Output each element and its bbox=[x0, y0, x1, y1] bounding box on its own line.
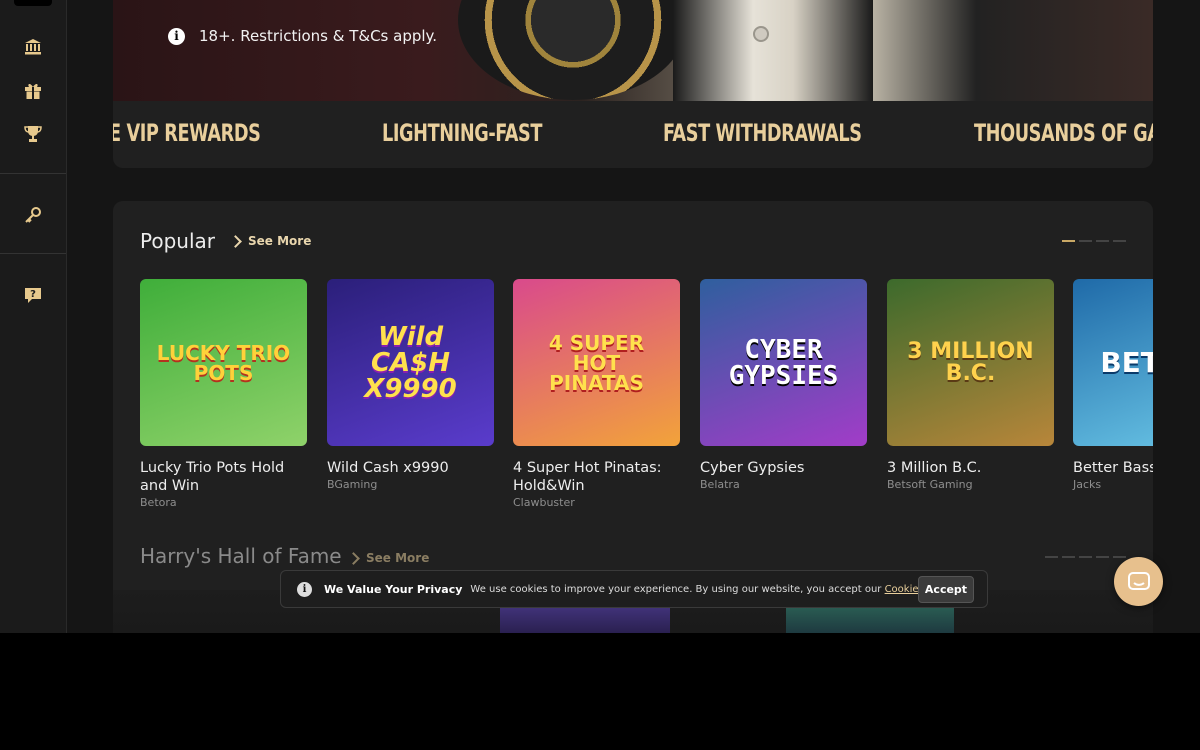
pager-dot[interactable] bbox=[1079, 556, 1092, 558]
age-restriction-notice: i 18+. Restrictions & T&Cs apply. bbox=[168, 27, 437, 45]
game-provider: Betsoft Gaming bbox=[887, 478, 973, 491]
game-logo: 4 SUPER HOT PINATAS bbox=[548, 330, 645, 395]
cookie-text: We use cookies to improve your experienc… bbox=[470, 584, 952, 595]
pager-dot[interactable] bbox=[1113, 556, 1126, 558]
game-logo: Wild CA$H X9990 bbox=[364, 321, 457, 404]
pager-dot[interactable] bbox=[1096, 556, 1109, 558]
ticker-item: E VIP REWARDS bbox=[113, 119, 261, 147]
game-title[interactable]: Wild Cash x9990 bbox=[327, 459, 494, 477]
game-card[interactable]: 3 MILLION B.C. 3 Million B.C. Betsoft Gami… bbox=[887, 279, 1054, 491]
shirt-button-image bbox=[753, 26, 769, 42]
game-title[interactable]: Cyber Gypsies bbox=[700, 459, 867, 477]
section-title: Popular bbox=[140, 229, 215, 253]
sidebar-top-tab[interactable] bbox=[14, 0, 52, 6]
ticker-item: THOUSANDS OF GAMES bbox=[974, 119, 1153, 147]
hall-of-fame-title: Harry's Hall of Fame bbox=[140, 544, 342, 568]
host-figure-image bbox=[673, 0, 873, 101]
game-card[interactable]: 4 SUPER HOT PINATAS 4 Super Hot Pinatas: … bbox=[513, 279, 680, 509]
game-thumbnail[interactable]: LUCKY TRIO POTS bbox=[140, 279, 307, 446]
game-thumbnail[interactable]: BET BA bbox=[1073, 279, 1153, 446]
chat-icon bbox=[1127, 571, 1150, 590]
game-logo: BET BA bbox=[1100, 345, 1153, 379]
sidebar-divider bbox=[0, 253, 66, 254]
chevron-right-icon bbox=[347, 551, 360, 565]
hero-banner[interactable] bbox=[113, 0, 1153, 101]
game-thumbnail[interactable]: 3 MILLION B.C. bbox=[887, 279, 1054, 446]
game-logo: 3 MILLION B.C. bbox=[907, 338, 1034, 386]
trophy-icon[interactable] bbox=[21, 122, 45, 146]
cookie-title: We Value Your Privacy bbox=[324, 582, 463, 596]
see-more-label: See More bbox=[248, 234, 312, 248]
game-card[interactable]: Wild CA$H X9990 Wild Cash x9990 BGaming bbox=[327, 279, 494, 491]
sidebar: ? bbox=[0, 0, 67, 633]
hall-of-fame-see-more[interactable]: See More bbox=[347, 551, 430, 565]
game-provider: BGaming bbox=[327, 478, 378, 491]
game-provider: Betora bbox=[140, 496, 177, 509]
pager-dot[interactable] bbox=[1079, 240, 1092, 242]
game-logo: CYBER GYPSIES bbox=[728, 334, 839, 391]
game-thumbnail[interactable]: CYBER GYPSIES bbox=[700, 279, 867, 446]
bank-icon[interactable] bbox=[21, 35, 45, 59]
info-icon: i bbox=[297, 581, 312, 597]
page-viewport: ? i 18+. Restrictions & T&Cs apply. E VI… bbox=[0, 0, 1200, 633]
game-title[interactable]: Lucky Trio Pots Hold and Win bbox=[140, 459, 307, 495]
game-card[interactable]: CYBER GYPSIES Cyber Gypsies Belatra bbox=[700, 279, 867, 491]
game-card[interactable]: BET BA Better BassJacks bbox=[1073, 279, 1153, 491]
cookie-text-body: We use cookies to improve your experienc… bbox=[470, 583, 882, 595]
feature-ticker: E VIP REWARDS LIGHTNING-FAST FAST WITHDR… bbox=[113, 101, 1153, 168]
chevron-right-icon bbox=[229, 234, 242, 248]
sidebar-divider bbox=[0, 173, 66, 174]
pager-dot[interactable] bbox=[1045, 556, 1058, 558]
pager-dot[interactable] bbox=[1113, 240, 1126, 242]
game-title[interactable]: 3 Million B.C. bbox=[887, 459, 1054, 477]
game-thumbnail[interactable]: 4 SUPER HOT PINATAS bbox=[513, 279, 680, 446]
game-provider: Clawbuster bbox=[513, 496, 575, 509]
casino-chip-image bbox=[458, 0, 688, 100]
popular-section: Popular See More LUCKY TRIO POTS Lucky Tr… bbox=[113, 201, 1153, 633]
ticker-item: LIGHTNING-FAST bbox=[382, 119, 543, 147]
pager-dot[interactable] bbox=[1062, 240, 1075, 242]
game-title[interactable]: 4 Super Hot Pinatas: Hold&Win bbox=[513, 459, 680, 495]
game-logo: LUCKY TRIO POTS bbox=[156, 340, 291, 385]
chat-button[interactable] bbox=[1114, 557, 1163, 606]
see-more-link[interactable]: See More bbox=[229, 234, 312, 248]
ticker-item: FAST WITHDRAWALS bbox=[663, 119, 862, 147]
carousel-pager[interactable] bbox=[1062, 240, 1126, 242]
gift-icon[interactable] bbox=[21, 79, 45, 103]
see-more-label: See More bbox=[366, 551, 430, 565]
pager-dot[interactable] bbox=[1096, 240, 1109, 242]
notice-text: 18+. Restrictions & T&Cs apply. bbox=[199, 27, 438, 45]
game-provider: Belatra bbox=[700, 478, 740, 491]
game-provider: Jacks bbox=[1073, 478, 1102, 491]
cookie-banner: i We Value Your Privacy We use cookies t… bbox=[280, 570, 988, 608]
game-thumbnail[interactable]: Wild CA$H X9990 bbox=[327, 279, 494, 446]
svg-text:?: ? bbox=[30, 289, 36, 300]
info-icon: i bbox=[168, 27, 185, 45]
accept-cookies-button[interactable]: Accept bbox=[918, 576, 974, 603]
key-icon[interactable] bbox=[21, 203, 45, 227]
help-icon[interactable]: ? bbox=[21, 283, 45, 307]
pager-dot[interactable] bbox=[1062, 556, 1075, 558]
game-title[interactable]: Better Bass bbox=[1073, 459, 1153, 477]
game-card[interactable]: LUCKY TRIO POTS Lucky Trio Pots Hold and … bbox=[140, 279, 307, 509]
hall-of-fame-pager[interactable] bbox=[1045, 556, 1126, 558]
